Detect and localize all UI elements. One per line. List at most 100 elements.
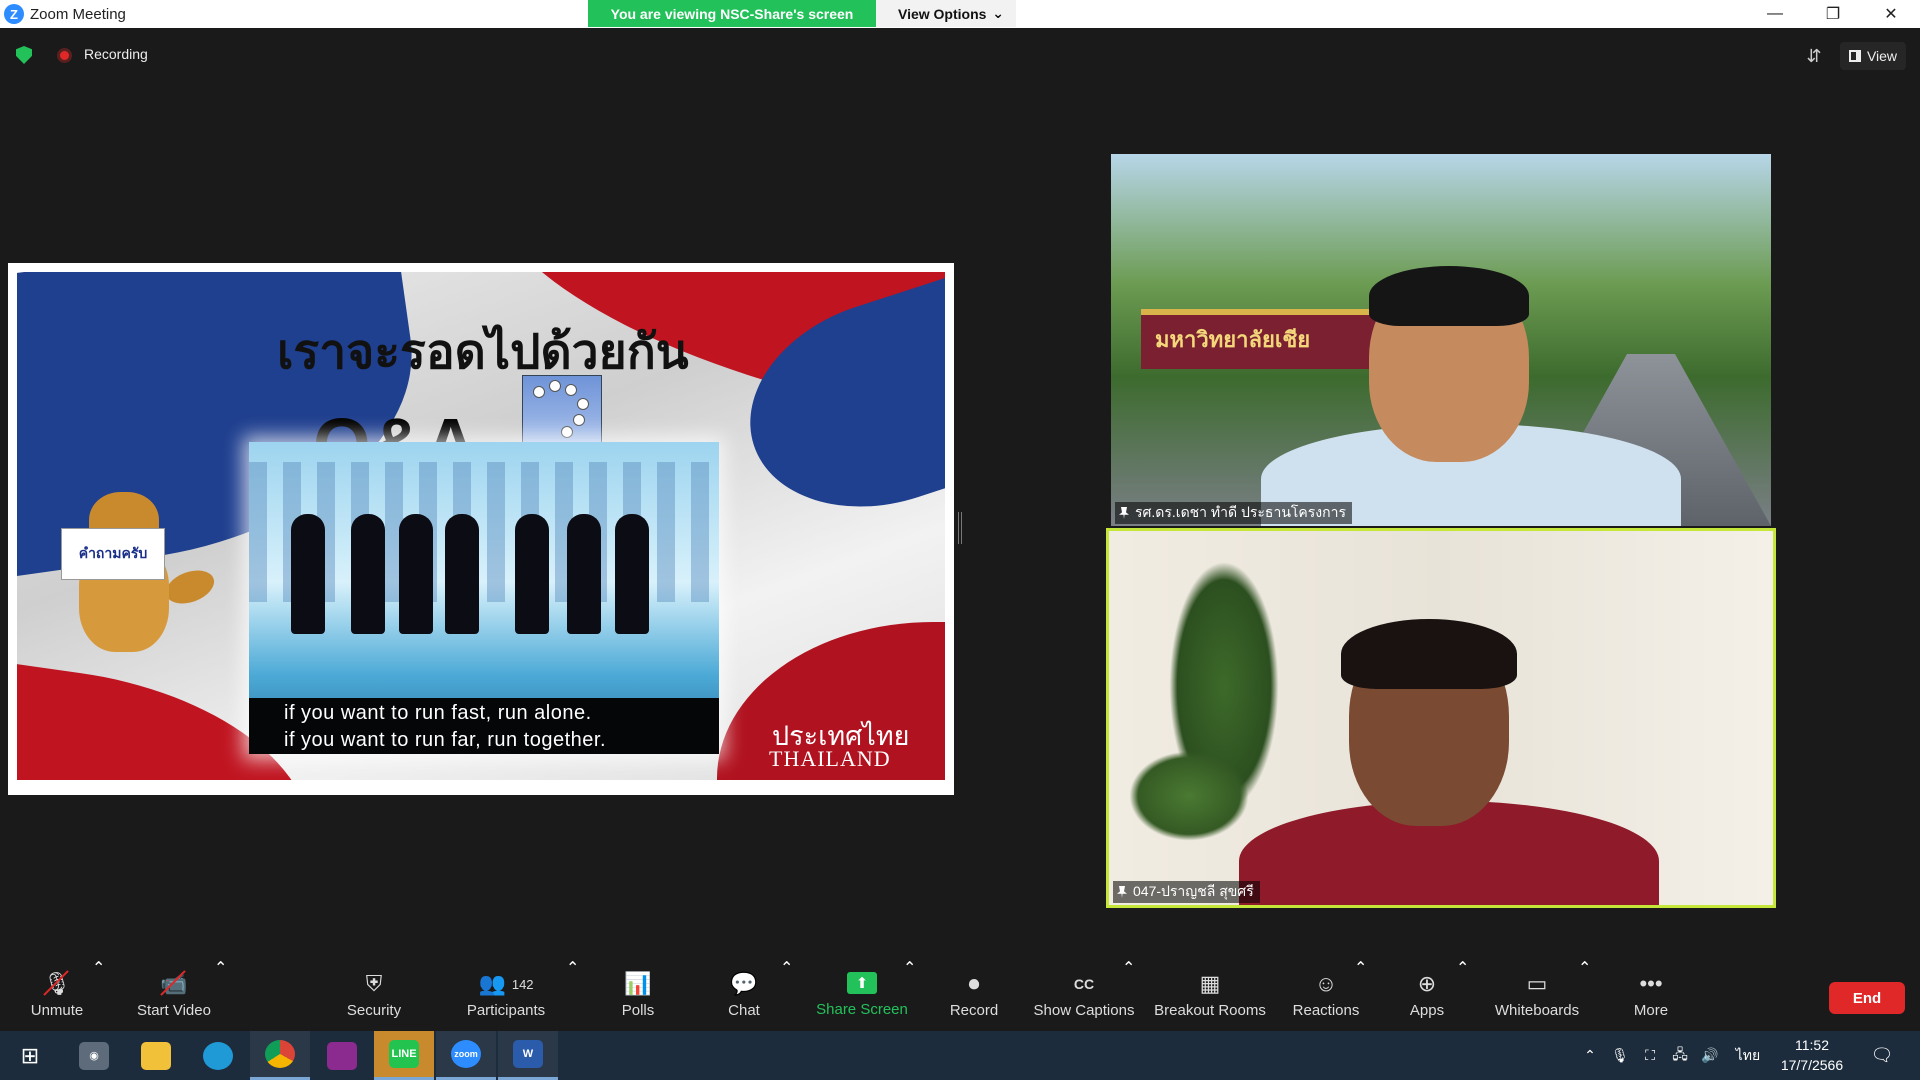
taskbar-camera[interactable]: ◉ <box>64 1031 124 1080</box>
share-banner: You are viewing NSC-Share's screen View … <box>588 0 1016 27</box>
apps-label: Apps <box>1409 1002 1445 1019</box>
input-language[interactable]: ไทย <box>1730 1031 1766 1080</box>
security-button[interactable]: ⛨ Security <box>334 958 414 1031</box>
taskbar-winrar[interactable] <box>312 1031 372 1080</box>
pin-icon <box>1119 507 1129 519</box>
polls-icon: 📊 <box>624 971 652 996</box>
chevron-down-icon: ⌄ <box>992 5 1004 21</box>
taskbar-chrome[interactable] <box>250 1031 310 1080</box>
plant <box>1129 751 1249 841</box>
encryption-shield-icon[interactable] <box>16 46 32 64</box>
presentation-slide: เราจะรอดไปด้วยกัน Q&A if you want to run… <box>17 272 945 780</box>
file-explorer-icon <box>141 1041 171 1070</box>
participant-name-label: 047-ปราญชลี สุขศรี <box>1113 881 1260 903</box>
apps-button[interactable]: ⊕ Apps <box>1404 958 1450 1031</box>
split-view-handle[interactable] <box>958 512 962 544</box>
view-button[interactable]: View <box>1840 42 1906 70</box>
participants-label: Participants <box>466 1002 546 1019</box>
taskbar-edge[interactable] <box>188 1031 248 1080</box>
chat-caret-icon[interactable]: ⌃ <box>780 958 793 978</box>
chrome-icon <box>265 1040 295 1068</box>
mic-muted-icon: 🎙 <box>43 971 71 996</box>
tray-overflow-chevron-icon[interactable]: ⌃ <box>1576 1031 1604 1080</box>
tray-mic-icon[interactable]: 🎙 <box>1606 1031 1634 1080</box>
clock-time: 11:52 <box>1795 1037 1829 1053</box>
shared-screen[interactable]: เราจะรอดไปด้วยกัน Q&A if you want to run… <box>8 263 954 795</box>
unmute-button[interactable]: 🎙 Unmute <box>18 958 96 1031</box>
runner-silhouette <box>615 514 649 634</box>
quote-line: if you want to run far, run together. <box>284 729 607 751</box>
reactions-caret-icon[interactable]: ⌃ <box>1354 958 1367 978</box>
video-options-caret-icon[interactable]: ⌃ <box>214 958 227 978</box>
recording-indicator-icon[interactable] <box>57 48 72 63</box>
participant-count: 142 <box>511 976 534 992</box>
runner-silhouette <box>351 514 385 634</box>
polls-label: Polls <box>621 1002 655 1019</box>
show-captions-label: Show Captions <box>1033 1002 1135 1019</box>
record-icon: ⏺ <box>968 971 980 996</box>
quote-line: if you want to run fast, run alone. <box>284 702 592 724</box>
active-speaker-video-tile[interactable]: 047-ปราญชลี สุขศรี <box>1106 528 1776 908</box>
window-controls: — ❐ ✕ <box>1746 0 1920 28</box>
close-button[interactable]: ✕ <box>1862 0 1920 28</box>
participant-video-tile[interactable]: มหาวิทยาลัยเชีย รศ.ดร.เดชา ทำดี ประธานโค… <box>1111 154 1771 526</box>
runner-silhouette <box>567 514 601 634</box>
more-button[interactable]: ••• More <box>1628 958 1674 1031</box>
runners-image: if you want to run fast, run alone. if y… <box>249 442 719 754</box>
share-caret-icon[interactable]: ⌃ <box>903 958 916 978</box>
slide-quote: if you want to run fast, run alone. if y… <box>284 700 606 754</box>
record-button[interactable]: ⏺ Record <box>944 958 1004 1031</box>
security-label: Security <box>346 1002 402 1019</box>
meeting-status-bar: Recording ⇵ View <box>0 28 1920 80</box>
minimize-button[interactable]: — <box>1746 0 1804 28</box>
taskbar-file-explorer[interactable] <box>126 1031 186 1080</box>
participants-icon: 👥 142 <box>478 971 534 996</box>
dog-tail <box>161 564 219 610</box>
taskbar-clock[interactable]: 11:52 17/7/2566 <box>1770 1035 1854 1075</box>
immersive-view-icon[interactable]: ⇵ <box>1800 42 1828 70</box>
taskbar-zoom[interactable]: zoom <box>436 1031 496 1080</box>
whiteboard-icon: ▭ <box>1526 971 1548 996</box>
network-icon[interactable]: 🖧 <box>1666 1031 1694 1080</box>
volume-icon[interactable]: 🔊 <box>1696 1031 1724 1080</box>
runner-silhouette <box>445 514 479 634</box>
tray-zoom-share-icon[interactable]: ⛶ <box>1636 1031 1664 1080</box>
start-video-button[interactable]: 📹 Start Video <box>126 958 222 1031</box>
video-off-icon: 📹 <box>160 971 188 996</box>
captions-caret-icon[interactable]: ⌃ <box>1122 958 1135 978</box>
taskbar-word[interactable]: W <box>498 1031 558 1080</box>
cc-icon: CC <box>1073 976 1095 992</box>
taskbar-line[interactable]: LINE <box>374 1031 434 1080</box>
notifications-icon[interactable]: 🗨 <box>1862 1031 1902 1080</box>
dog-sign: คำถามครับ <box>61 528 165 580</box>
apps-icon: ⊕ <box>1417 971 1437 996</box>
start-button[interactable]: ⊞ <box>0 1031 60 1080</box>
participants-button[interactable]: 👥 142 Participants <box>458 958 554 1031</box>
clock-date: 17/7/2566 <box>1780 1057 1844 1073</box>
breakout-rooms-button[interactable]: ▦ Breakout Rooms <box>1152 958 1268 1031</box>
share-screen-button[interactable]: ⬆ Share Screen <box>814 958 910 1031</box>
share-screen-icon: ⬆ <box>847 971 877 994</box>
view-options-label: View Options <box>898 5 987 22</box>
whiteboards-label: Whiteboards <box>1494 1002 1580 1019</box>
end-meeting-button[interactable]: End <box>1829 982 1905 1014</box>
restore-button[interactable]: ❐ <box>1804 0 1862 28</box>
whiteboards-caret-icon[interactable]: ⌃ <box>1578 958 1591 978</box>
record-label: Record <box>949 1002 999 1019</box>
whiteboards-button[interactable]: ▭ Whiteboards <box>1490 958 1584 1031</box>
show-captions-button[interactable]: CC Show Captions <box>1032 958 1136 1031</box>
participant-name-label: รศ.ดร.เดชา ทำดี ประธานโครงการ <box>1115 502 1352 524</box>
unmute-label: Unmute <box>30 1002 84 1019</box>
pin-icon <box>1117 886 1127 898</box>
runner-silhouette <box>291 514 325 634</box>
runner-silhouette <box>515 514 549 634</box>
chat-button[interactable]: 💬 Chat <box>718 958 770 1031</box>
audio-options-caret-icon[interactable]: ⌃ <box>92 958 105 978</box>
participant-hair <box>1341 619 1517 689</box>
polls-button[interactable]: 📊 Polls <box>612 958 664 1031</box>
apps-caret-icon[interactable]: ⌃ <box>1456 958 1469 978</box>
participants-caret-icon[interactable]: ⌃ <box>566 958 579 978</box>
zoom-logo-icon: Z <box>4 4 24 24</box>
view-options-button[interactable]: View Options ⌄ <box>876 0 1016 27</box>
recording-label: Recording <box>84 46 148 62</box>
